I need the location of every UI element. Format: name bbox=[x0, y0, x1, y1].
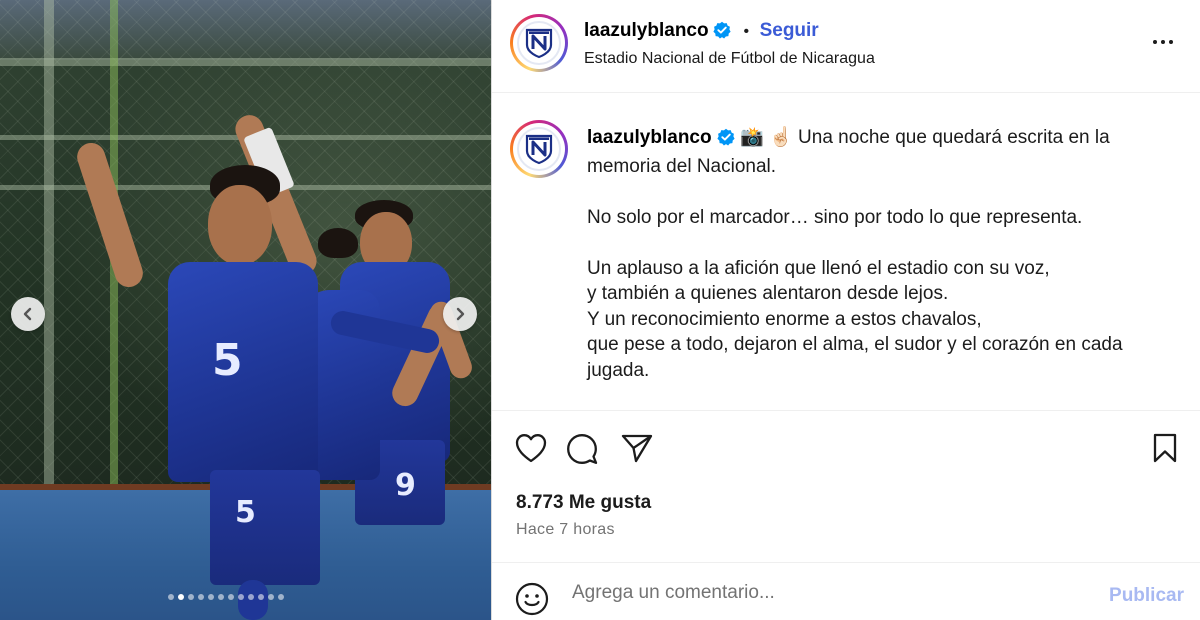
fence-bar bbox=[0, 58, 491, 66]
caption-line: y también a quienes alentaron desde lejo… bbox=[587, 283, 949, 304]
shorts-number: 5 bbox=[235, 495, 256, 530]
save-button[interactable] bbox=[1151, 432, 1179, 464]
player-head bbox=[208, 185, 272, 265]
carousel-dot bbox=[188, 594, 194, 600]
publish-button[interactable]: Publicar bbox=[1109, 585, 1184, 607]
emoji-button[interactable] bbox=[515, 582, 549, 616]
carousel-dot bbox=[278, 594, 284, 600]
chevron-right-icon bbox=[456, 307, 465, 321]
caption-paragraph: No solo por el marcador… sino por todo l… bbox=[587, 205, 1147, 231]
caption-emojis: 📸 ☝🏻 bbox=[740, 127, 793, 148]
carousel-previous-button[interactable] bbox=[11, 297, 45, 331]
caption-line: No solo por el marcador… sino por todo l… bbox=[587, 206, 1083, 228]
team-logo-icon bbox=[517, 21, 561, 65]
comment-icon bbox=[567, 434, 598, 464]
comment-button[interactable] bbox=[565, 432, 599, 466]
carousel-dot bbox=[248, 594, 254, 600]
caption-section: laazulyblanco 📸 ☝🏻 Una noche que quedará… bbox=[492, 93, 1200, 411]
carousel-dot bbox=[208, 594, 214, 600]
caption-body: No solo por el marcador… sino por todo l… bbox=[587, 205, 1147, 384]
caption-username-link[interactable]: laazulyblanco bbox=[587, 127, 712, 148]
like-button[interactable] bbox=[514, 432, 548, 464]
verified-badge-icon bbox=[713, 21, 731, 44]
location-link[interactable]: Estadio Nacional de Fútbol de Nicaragua bbox=[584, 50, 875, 68]
post-header: laazulyblanco • Seguir Estadio Nacional … bbox=[492, 0, 1200, 93]
fence-post bbox=[44, 0, 54, 490]
more-options-button[interactable] bbox=[1151, 30, 1175, 59]
team-logo-icon bbox=[517, 127, 561, 171]
carousel-dot bbox=[228, 594, 234, 600]
caption-text: laazulyblanco 📸 ☝🏻 Una noche que quedará… bbox=[587, 125, 1147, 383]
post-sidebar: laazulyblanco • Seguir Estadio Nacional … bbox=[491, 0, 1200, 620]
avatar[interactable] bbox=[510, 14, 568, 72]
likes-count[interactable]: 8.773 Me gusta bbox=[516, 492, 651, 514]
comment-bar: Publicar bbox=[492, 562, 1200, 620]
carousel-next-button[interactable] bbox=[443, 297, 477, 331]
action-bar bbox=[492, 430, 1200, 470]
caption-paragraph: Un aplauso a la afición que llenó el est… bbox=[587, 256, 1147, 384]
carousel-indicator bbox=[168, 594, 284, 600]
comment-input[interactable] bbox=[572, 580, 1072, 606]
carousel-dot bbox=[268, 594, 274, 600]
emoji-icon bbox=[515, 582, 549, 616]
caption-line: que pese a todo, dejaron el alma, el sud… bbox=[587, 334, 1123, 381]
carousel-dot bbox=[168, 594, 174, 600]
instagram-post-view: 9 5 5 laazulyblanco • Seguir Estadio Nac… bbox=[0, 0, 1200, 620]
caption-avatar[interactable] bbox=[510, 120, 568, 178]
post-media[interactable]: 9 5 5 bbox=[0, 0, 491, 620]
share-button[interactable] bbox=[620, 432, 654, 464]
caption-first-paragraph: laazulyblanco 📸 ☝🏻 Una noche que quedará… bbox=[587, 125, 1147, 179]
caption-line: Un aplauso a la afición que llenó el est… bbox=[587, 257, 1050, 279]
paper-plane-icon bbox=[621, 434, 653, 463]
more-horizontal-icon bbox=[1153, 40, 1173, 44]
chevron-left-icon bbox=[23, 307, 32, 321]
bookmark-icon bbox=[1153, 433, 1177, 463]
carousel-dot-active bbox=[178, 594, 184, 600]
header-title-row: laazulyblanco • Seguir bbox=[584, 20, 819, 44]
carousel-dot bbox=[258, 594, 264, 600]
follow-button[interactable]: Seguir bbox=[760, 20, 819, 41]
heart-icon bbox=[515, 434, 547, 463]
carousel-dot bbox=[238, 594, 244, 600]
shorts-number: 9 bbox=[395, 468, 416, 503]
carousel-dot bbox=[198, 594, 204, 600]
verified-badge-icon bbox=[717, 128, 735, 154]
player-jersey bbox=[168, 262, 318, 482]
player-shorts bbox=[210, 470, 320, 585]
caption-line: Y un reconocimiento enorme a estos chava… bbox=[587, 308, 982, 330]
username-link[interactable]: laazulyblanco bbox=[584, 20, 709, 41]
jersey-number: 5 bbox=[212, 335, 243, 386]
post-timestamp[interactable]: Hace 7 horas bbox=[516, 521, 615, 539]
separator-dot: • bbox=[743, 23, 750, 40]
carousel-dot bbox=[218, 594, 224, 600]
